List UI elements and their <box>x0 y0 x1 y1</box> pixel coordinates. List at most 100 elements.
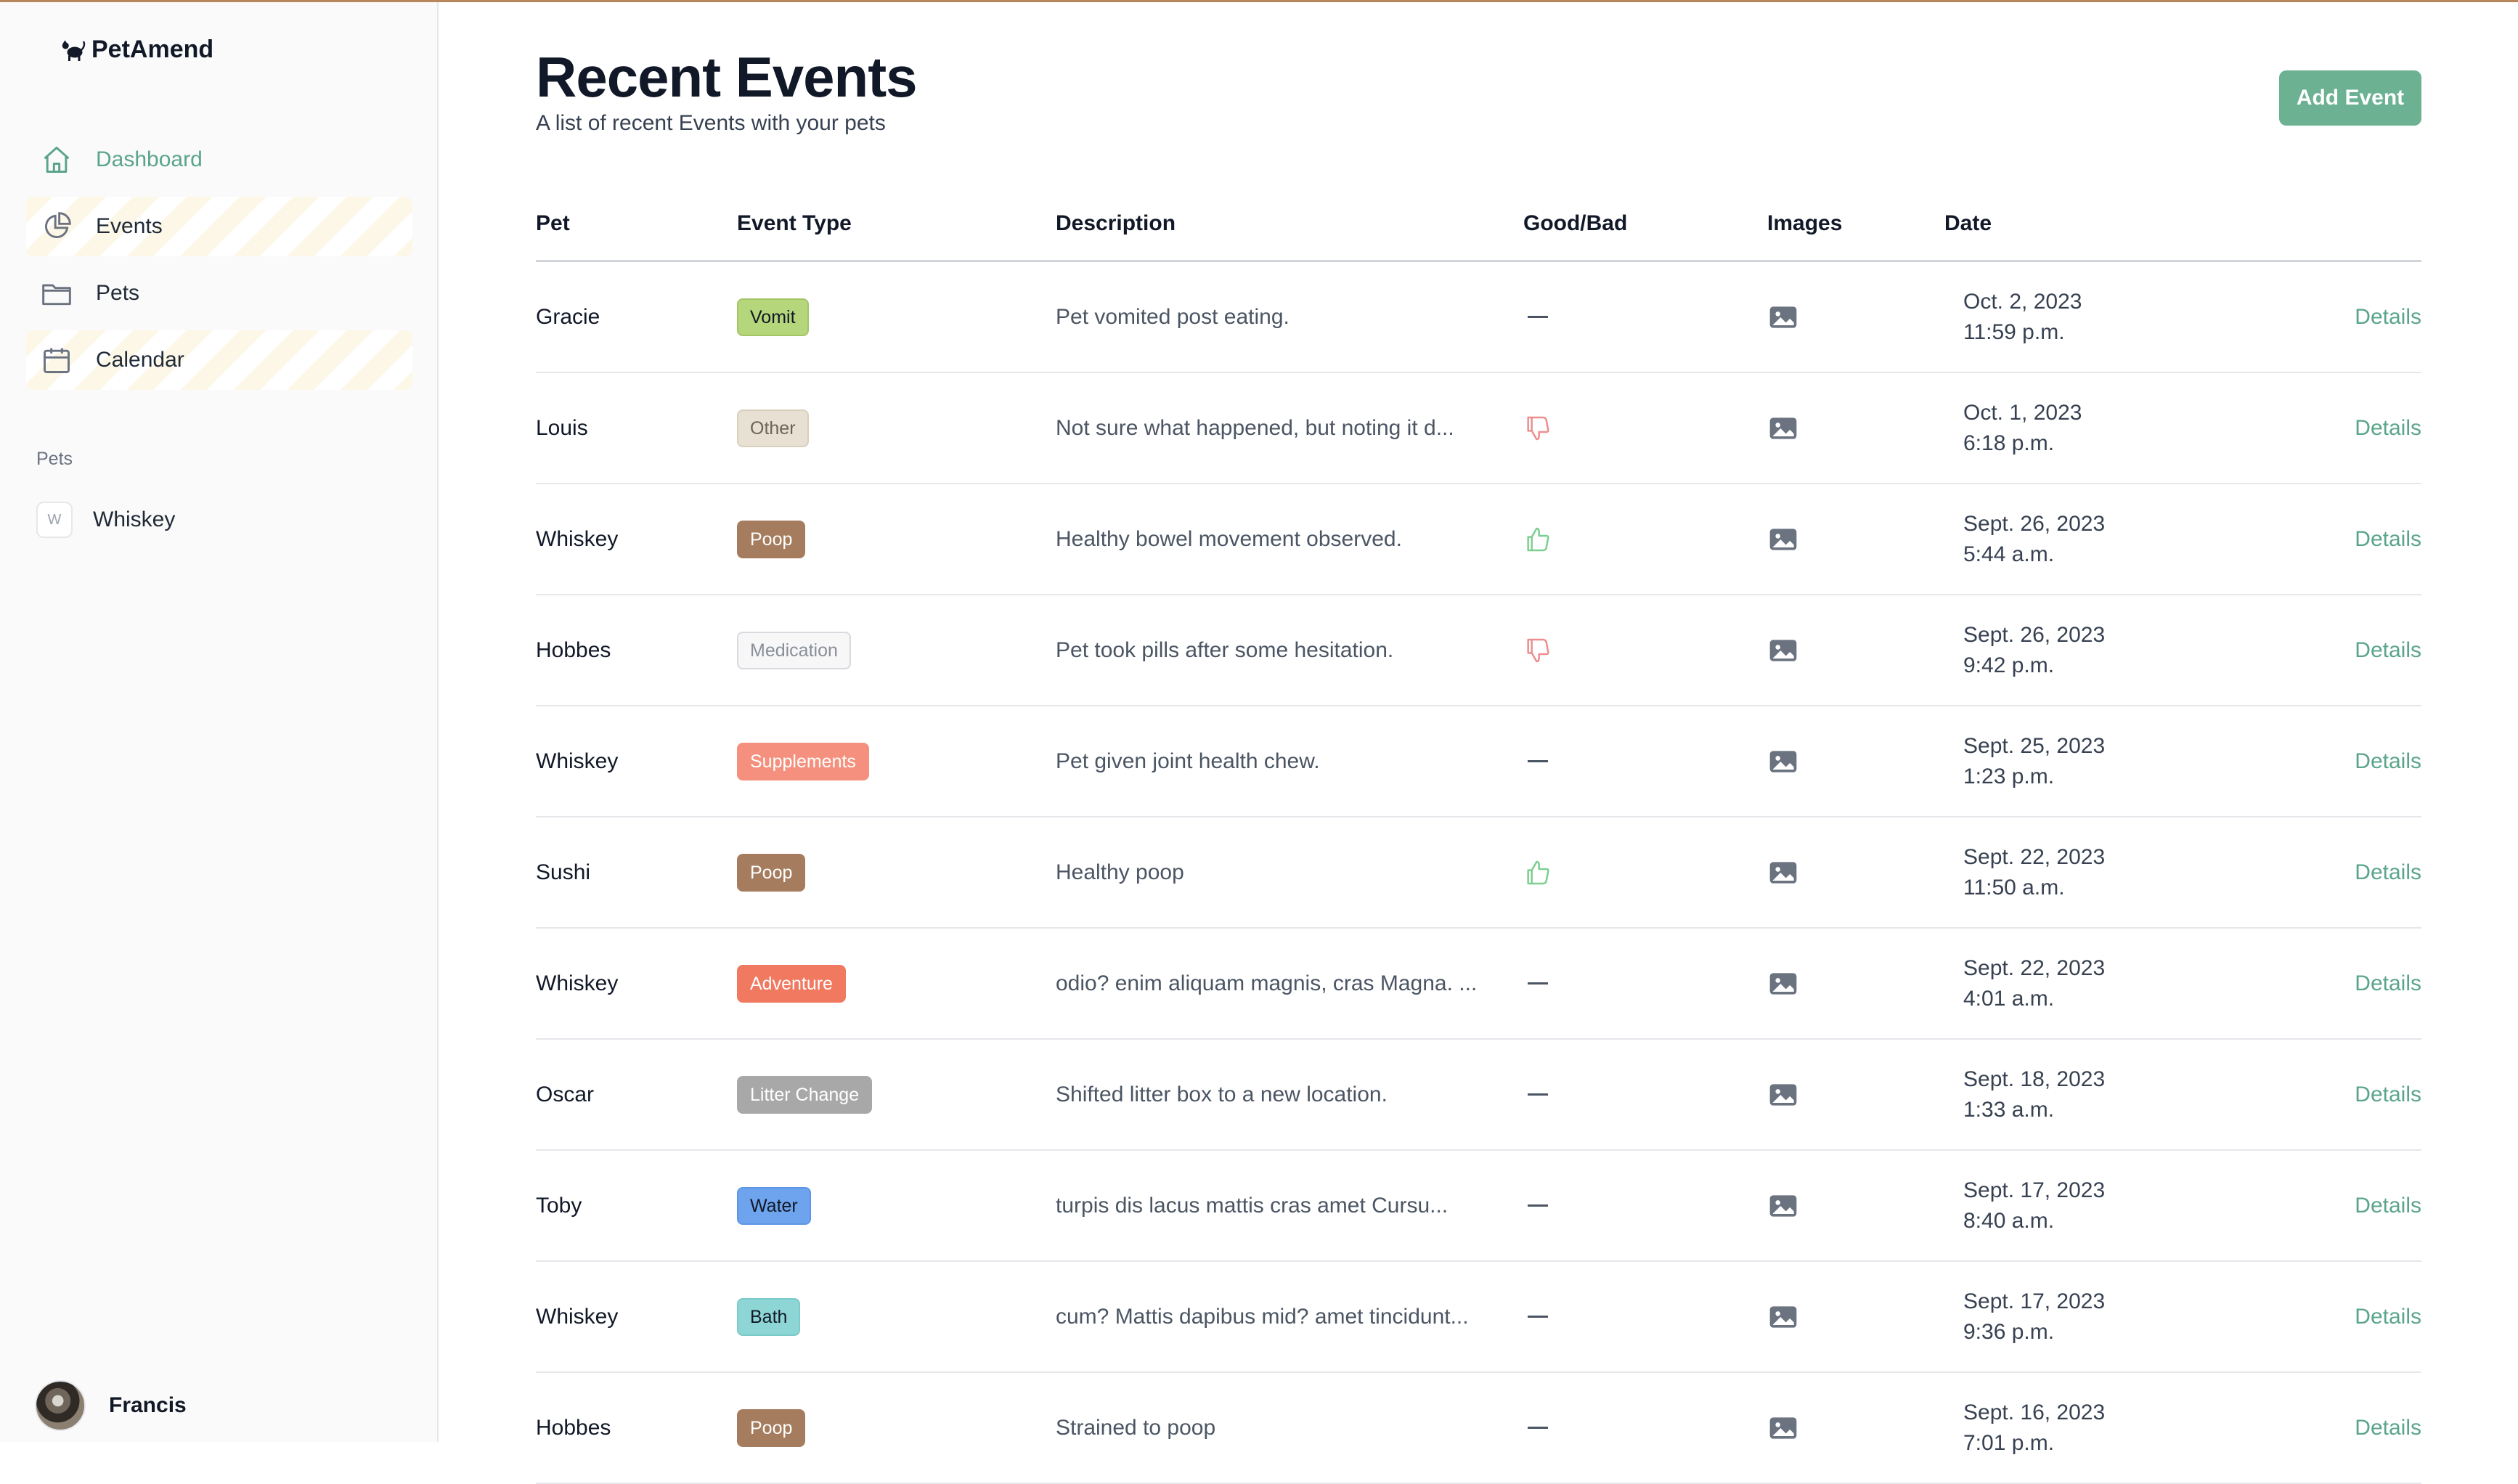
cell-date: Sept. 16, 2023 7:01 p.m. <box>1963 1398 2105 1459</box>
neutral-dash-icon <box>1528 316 1548 318</box>
time-line: 11:59 p.m. <box>1963 319 2065 344</box>
column-header-description[interactable]: Description <box>1056 211 1176 236</box>
brand-logo[interactable]: PetAmend <box>60 36 213 64</box>
table-row[interactable]: Whiskey Poop Healthy bowel movement observ… <box>536 484 2421 595</box>
cell-good-bad <box>1523 857 1552 889</box>
cell-description: Not sure what happened, but noting it d.… <box>1056 415 1454 440</box>
cell-event-type: Bath <box>737 1297 801 1336</box>
user-profile[interactable]: Francis <box>35 1380 187 1431</box>
details-link[interactable]: Details <box>2355 1083 2421 1107</box>
details-link[interactable]: Details <box>2355 749 2421 774</box>
sidebar-item-dashboard[interactable]: Dashboard <box>26 130 412 189</box>
cell-date: Sept. 25, 2023 1:23 p.m. <box>1963 731 2105 792</box>
cell-good-bad <box>1523 746 1552 778</box>
cell-pet: Hobbes <box>536 637 611 662</box>
pie-chart-icon <box>39 209 74 244</box>
time-line: 1:23 p.m. <box>1963 764 2055 788</box>
details-link[interactable]: Details <box>2355 860 2421 885</box>
table-row[interactable]: Gracie Vomit Pet vomited post eating. Oct. … <box>536 262 2421 373</box>
folder-icon <box>39 276 74 311</box>
page-subtitle: A list of recent Events with your pets <box>536 111 886 135</box>
thumbs-up-icon <box>1527 527 1549 551</box>
table-header: Pet Event Type Description Good/Bad Imag… <box>536 198 2421 262</box>
cell-event-type: Other <box>737 409 809 447</box>
cell-description: turpis dis lacus mattis cras amet Cursu.… <box>1056 1193 1449 1218</box>
table-row[interactable]: Louis Other Not sure what happened, but no… <box>536 373 2421 484</box>
cell-event-type: Vomit <box>737 298 809 336</box>
event-type-badge: Poop <box>737 520 806 558</box>
details-link[interactable]: Details <box>2355 638 2421 663</box>
sidebar-item-pets[interactable]: Pets <box>26 264 412 323</box>
table-row[interactable]: Whiskey Adventure odio? enim aliquam magni… <box>536 929 2421 1040</box>
add-event-button[interactable]: Add Event <box>2279 70 2421 126</box>
cell-description: Shifted litter box to a new location. <box>1056 1082 1388 1106</box>
cell-event-type: Water <box>737 1186 811 1225</box>
date-line: Sept. 22, 2023 <box>1963 955 2106 980</box>
cell-event-type: Poop <box>737 1408 806 1447</box>
sidebar-item-calendar[interactable]: Calendar <box>26 330 412 390</box>
column-header-images[interactable]: Images <box>1767 211 1842 236</box>
thumbs-down-icon <box>1527 638 1549 662</box>
details-link[interactable]: Details <box>2355 971 2421 996</box>
date-line: Sept. 18, 2023 <box>1963 1067 2106 1091</box>
cell-event-type: Medication <box>737 631 851 669</box>
cell-description: Strained to poop <box>1056 1415 1216 1440</box>
cell-pet: Gracie <box>536 304 600 329</box>
cell-pet: Oscar <box>536 1082 595 1106</box>
details-link[interactable]: Details <box>2355 1416 2421 1440</box>
sidebar-item-events[interactable]: Events <box>26 197 412 256</box>
image-icon[interactable] <box>1767 1301 1799 1333</box>
cell-date: Sept. 18, 2023 1:33 a.m. <box>1963 1064 2105 1125</box>
event-type-badge: Supplements <box>737 742 869 780</box>
cell-good-bad <box>1523 301 1552 333</box>
details-link[interactable]: Details <box>2355 527 2421 552</box>
details-link[interactable]: Details <box>2355 416 2421 441</box>
image-icon[interactable] <box>1767 1412 1799 1444</box>
table-row[interactable]: Oscar Litter Change Shifted litter box to … <box>536 1040 2421 1151</box>
table-row[interactable]: Hobbes Poop Strained to poop Sept. 16, 2023… <box>536 1373 2421 1484</box>
image-icon[interactable] <box>1767 412 1799 444</box>
sidebar-pet-whiskey[interactable]: W Whiskey <box>36 502 175 538</box>
date-line: Sept. 25, 2023 <box>1963 733 2106 758</box>
thumbs-down-icon <box>1527 416 1549 440</box>
cell-date: Oct. 2, 2023 11:59 p.m. <box>1963 287 2082 348</box>
column-header-event-type[interactable]: Event Type <box>737 211 852 236</box>
table-row[interactable]: Whiskey Supplements Pet given joint health… <box>536 706 2421 818</box>
cell-pet: Toby <box>536 1193 582 1218</box>
date-line: Sept. 22, 2023 <box>1963 844 2106 869</box>
details-link[interactable]: Details <box>2355 305 2421 330</box>
cell-good-bad <box>1523 523 1552 555</box>
table-row[interactable]: Toby Water turpis dis lacus mattis cras am… <box>536 1151 2421 1262</box>
image-icon[interactable] <box>1767 1079 1799 1111</box>
event-type-badge: Other <box>737 409 809 447</box>
column-header-pet[interactable]: Pet <box>536 211 570 236</box>
avatar <box>35 1380 86 1431</box>
event-type-badge: Poop <box>737 1408 806 1447</box>
image-icon[interactable] <box>1767 857 1799 889</box>
cell-good-bad <box>1523 412 1552 444</box>
cell-date: Sept. 17, 2023 8:40 a.m. <box>1963 1175 2105 1236</box>
image-icon[interactable] <box>1767 523 1799 555</box>
event-type-badge: Adventure <box>737 964 846 1003</box>
column-header-date[interactable]: Date <box>1944 211 1992 236</box>
cell-event-type: Supplements <box>737 742 869 780</box>
cell-pet: Whiskey <box>536 1304 619 1329</box>
image-icon[interactable] <box>1767 1190 1799 1222</box>
image-icon[interactable] <box>1767 301 1799 333</box>
image-icon[interactable] <box>1767 746 1799 778</box>
cell-good-bad <box>1523 1079 1552 1111</box>
details-link[interactable]: Details <box>2355 1305 2421 1329</box>
neutral-dash-icon <box>1528 1316 1548 1318</box>
table-row[interactable]: Sushi Poop Healthy poop Sept. 22, 2023 11:50… <box>536 818 2421 929</box>
details-link[interactable]: Details <box>2355 1194 2421 1218</box>
column-header-good-bad[interactable]: Good/Bad <box>1523 211 1627 236</box>
image-icon[interactable] <box>1767 635 1799 666</box>
table-row[interactable]: Hobbes Medication Pet took pills after som… <box>536 595 2421 706</box>
image-icon[interactable] <box>1767 968 1799 1000</box>
table-row[interactable]: Whiskey Bath cum? Mattis dapibus mid? amet… <box>536 1262 2421 1373</box>
cell-pet: Whiskey <box>536 749 619 773</box>
table-body: Gracie Vomit Pet vomited post eating. Oct. … <box>536 262 2421 1484</box>
events-table: Pet Event Type Description Good/Bad Imag… <box>536 198 2421 1484</box>
time-line: 1:33 a.m. <box>1963 1097 2055 1122</box>
time-line: 5:44 a.m. <box>1963 542 2055 566</box>
